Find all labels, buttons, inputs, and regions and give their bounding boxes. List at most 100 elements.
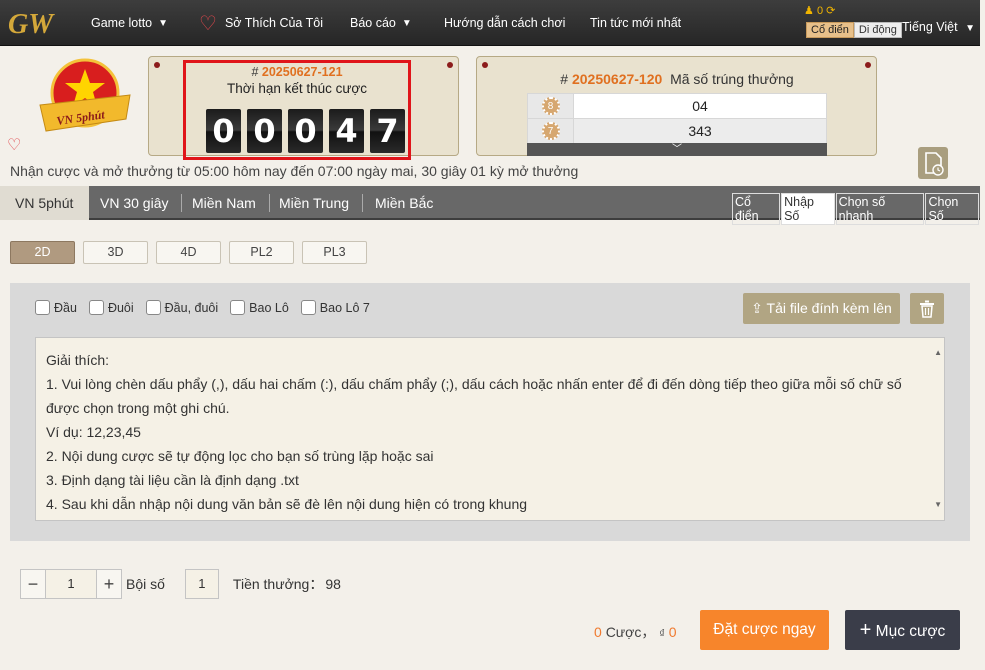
scroll-down-arrow-icon[interactable]: ▼ <box>934 493 942 517</box>
checkbox-label: Đầu <box>54 300 77 315</box>
subtab-4d[interactable]: 4D <box>156 241 221 264</box>
checkbox-box[interactable] <box>35 300 50 315</box>
input-mode-switch: Cổ điển Nhập Số Chọn số nhanh Chọn Số <box>732 193 980 225</box>
expand-results-button[interactable]: ﹀ <box>527 143 827 156</box>
decrement-button[interactable]: − <box>21 570 45 598</box>
upload-file-button[interactable]: ⇪ Tải file đính kèm lên <box>743 293 900 324</box>
trash-icon <box>920 300 934 318</box>
balance-value: 0 <box>816 5 824 17</box>
nav-reports-label: Báo cáo <box>350 16 396 30</box>
nav-how-to-play-label: Hướng dẫn cách chơi <box>444 16 566 30</box>
current-issue-number: 20250627-121 <box>261 65 343 79</box>
user-icon: ♟ <box>804 5 814 17</box>
nav-favorites[interactable]: ♡ Sở Thích Của Tôi <box>199 0 323 46</box>
tab-mien-nam[interactable]: Miền Nam <box>182 186 266 220</box>
last-issue-number: 20250627-120 <box>571 71 663 87</box>
delete-button[interactable] <box>910 293 944 324</box>
multiplier-value[interactable]: 1 <box>184 569 219 599</box>
place-bet-button[interactable]: Đặt cược ngay <box>700 610 829 650</box>
bet-amount: 0 <box>668 624 677 640</box>
upload-icon: ⇪ <box>751 300 763 316</box>
currency-symbol: ₫ <box>659 628 665 640</box>
checkbox-label: Đuôi <box>107 300 134 315</box>
subtab-pl3[interactable]: PL3 <box>302 241 367 264</box>
checkbox-label: Bao Lô <box>249 300 289 315</box>
prize-rank: 7 <box>541 122 560 140</box>
winning-numbers-table: 8 04 7 343 ﹀ <box>527 93 827 156</box>
prize-rank: 8 <box>541 97 560 115</box>
bet-controls: − 1 + Bội số 1 Tiền thưởng： 98 <box>20 569 341 599</box>
subtab-3d[interactable]: 3D <box>83 241 148 264</box>
gw-logo[interactable]: GW <box>6 6 72 38</box>
countdown-digit: 4 <box>329 109 364 153</box>
countdown-digits: 0 0 0 4 7 <box>206 109 405 153</box>
mode-classic-button[interactable]: Cổ điển <box>732 193 781 225</box>
bet-count-label: Cược， <box>605 624 656 640</box>
current-issue: # 20250627-121 <box>251 65 343 79</box>
result-value: 04 <box>574 94 826 118</box>
refresh-icon[interactable]: ⟳ <box>826 5 835 17</box>
prize-medal-icon: 7 <box>528 119 574 143</box>
vn5phut-badge: VN 5phút <box>39 58 131 132</box>
prize-medal-icon: 8 <box>528 94 574 118</box>
add-bet-item-label: Mục cược <box>875 623 946 640</box>
quantity-value[interactable]: 1 <box>45 570 97 598</box>
checkbox-box[interactable] <box>300 300 316 315</box>
checkbox-duoi[interactable]: Đuôi <box>88 300 134 315</box>
tab-mien-trung[interactable]: Miền Trung <box>269 186 359 220</box>
checkbox-box[interactable] <box>230 300 246 315</box>
instruction-line: 3. Định dạng tài liệu cần là định dạng .… <box>46 472 299 488</box>
nav-reports[interactable]: Báo cáo ▼ <box>350 0 412 46</box>
checkbox-dau[interactable]: Đầu <box>35 300 77 315</box>
instruction-line: được chọn trong một ghi chú. <box>46 400 230 416</box>
mode-quick-pick-button[interactable]: Chọn số nhanh <box>835 193 925 225</box>
panel-rivet <box>482 62 488 68</box>
results-panel: # 20250627-120 Mã số trúng thưởng 8 04 7… <box>476 56 877 156</box>
bet-summary: 0 Cược， ₫ 0 <box>594 622 677 642</box>
add-bet-item-button[interactable]: + Mục cược <box>845 610 960 650</box>
tab-vn30giay[interactable]: VN 30 giây <box>90 186 178 220</box>
nav-game-lotto-label: Game lotto <box>91 16 153 30</box>
mode-enter-numbers-button[interactable]: Nhập Số <box>781 193 835 225</box>
favorite-heart-icon[interactable]: ♡ <box>7 135 21 155</box>
document-history-icon[interactable] <box>918 147 948 179</box>
instruction-line: 4. Sau khi dẫn nhập nội dung văn bản sẽ … <box>46 496 528 512</box>
top-navigation-bar: GW Game lotto ▼ ♡ Sở Thích Của Tôi Báo c… <box>0 0 980 46</box>
tab-mien-bac[interactable]: Miền Bắc <box>365 186 443 220</box>
checkbox-label: Bao Lô 7 <box>319 300 370 315</box>
nav-latest-news[interactable]: Tin tức mới nhất <box>590 0 681 46</box>
subtab-pl2[interactable]: PL2 <box>229 241 294 264</box>
numbers-textarea[interactable]: Giải thích: 1. Vui lòng chèn dấu phẩy (,… <box>35 337 945 521</box>
number-entry-panel: Đầu Đuôi Đầu, đuôi Bao Lô Bao Lô 7 ⇪ Tải… <box>10 283 970 541</box>
account-balance: ♟ 0 ⟳ <box>804 4 835 17</box>
quantity-stepper: − 1 + <box>20 569 122 599</box>
nav-latest-news-label: Tin tức mới nhất <box>590 16 682 30</box>
mobile-mode-button[interactable]: Di động <box>853 22 902 38</box>
result-row: 8 04 <box>527 93 827 118</box>
instruction-line: 2. Nội dung cược sẽ tự động lọc cho bạn … <box>46 448 434 464</box>
panel-rivet <box>447 62 453 68</box>
checkbox-box[interactable] <box>88 300 104 315</box>
classic-mode-button[interactable]: Cổ điển <box>806 22 854 38</box>
increment-button[interactable]: + <box>97 570 121 598</box>
checkbox-box[interactable] <box>145 300 161 315</box>
checkbox-bao-lo[interactable]: Bao Lô <box>230 300 289 315</box>
plus-icon: + <box>859 619 872 641</box>
scroll-up-arrow-icon[interactable]: ▲ <box>934 341 942 365</box>
panel-rivet <box>865 62 871 68</box>
mode-pick-numbers-button[interactable]: Chọn Số <box>925 193 979 225</box>
checkbox-bao-lo-7[interactable]: Bao Lô 7 <box>300 300 370 315</box>
nav-how-to-play[interactable]: Hướng dẫn cách chơi <box>444 0 565 46</box>
bet-type-tabs: 2D 3D 4D PL2 PL3 <box>10 241 367 264</box>
chevron-down-icon: ▼ <box>401 17 412 29</box>
upload-label: Tải file đính kèm lên <box>766 300 892 316</box>
nav-game-lotto[interactable]: Game lotto ▼ <box>91 0 168 46</box>
subtab-2d[interactable]: 2D <box>10 241 75 264</box>
checkbox-dau-duoi[interactable]: Đầu, đuôi <box>145 300 219 315</box>
instruction-line: 1. Vui lòng chèn dấu phẩy (,), dấu hai c… <box>46 376 902 392</box>
language-label: Tiếng Việt <box>902 20 958 34</box>
tab-vn5phut[interactable]: VN 5phút <box>0 186 89 220</box>
heart-icon: ♡ <box>199 12 217 35</box>
language-selector[interactable]: Tiếng Việt ▼ <box>902 20 975 34</box>
checkbox-label: Đầu, đuôi <box>164 300 219 315</box>
